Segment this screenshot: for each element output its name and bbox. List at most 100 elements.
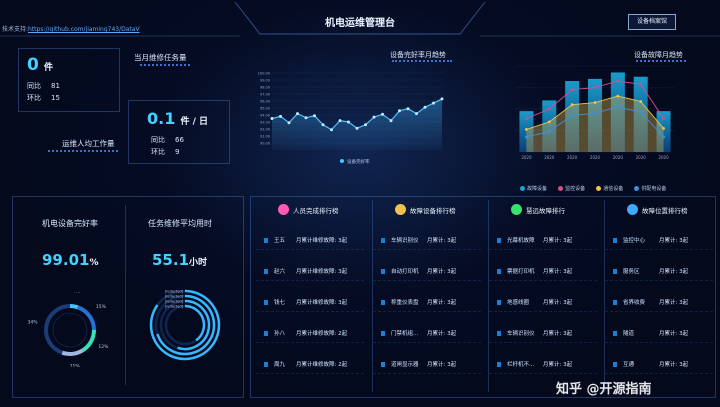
ring-slice	[81, 329, 96, 352]
line-point	[381, 112, 384, 116]
row-divider	[373, 268, 481, 281]
row-divider	[489, 361, 597, 374]
line-legend-label: 设备完好率	[347, 158, 370, 165]
line-point	[372, 115, 376, 119]
rank-panel-header: 慧远故障排行	[511, 204, 565, 215]
arc-chart: [redacted][redacted][redacted][redacted]	[149, 290, 221, 361]
line-point	[347, 120, 350, 124]
ring-slice-label: 15%	[96, 304, 107, 310]
kpi-workload-row-mom: 环比 9	[151, 148, 180, 156]
row-divider	[373, 361, 481, 374]
line-point	[313, 114, 316, 118]
y-tick-label: 96.00	[260, 100, 270, 104]
rank-panel-title: 故障位置排行榜	[642, 206, 688, 215]
archive-button[interactable]: 设备档案馆	[628, 14, 676, 30]
arc-bar-label: [redacted]	[165, 305, 184, 309]
y-tick-label: 95.00	[260, 107, 270, 111]
kpi-workload-title: 运维人均工作量	[62, 139, 115, 148]
line-point	[525, 135, 528, 139]
line-point	[321, 123, 325, 127]
rank-panel-2: 慧远故障排行 光幕机故障 月累计: 3起 票据打印机 月累计: 3起 地感线圈 月累计: 3…	[488, 200, 597, 392]
row-divider	[256, 361, 364, 374]
x-tick-label: 2020	[590, 155, 601, 160]
rank-panel-icon	[395, 204, 406, 215]
line-point	[593, 101, 597, 104]
title-decoration	[48, 150, 118, 155]
ring-slice	[77, 305, 96, 331]
rank-panel-icon	[511, 204, 522, 215]
line-point	[525, 128, 528, 131]
line-chart: 100.00 99.00 98.00 97.00 96.00 95.00 94.00 93.0…	[258, 72, 444, 165]
ring-chart-title: 机电设备完好率	[42, 219, 98, 228]
arc-bar-label: [redacted]	[165, 290, 184, 294]
x-tick-label: 2020	[658, 155, 669, 160]
line-area	[272, 98, 442, 150]
line-point	[525, 117, 528, 121]
bar-chart-legend: 故障设备 监控设备 通信设备 供配电设备	[520, 176, 672, 195]
y-tick-label: 99.00	[260, 79, 270, 83]
ring-slice	[61, 348, 85, 356]
line-point	[279, 114, 282, 118]
row-divider	[605, 268, 713, 281]
line-point	[639, 100, 643, 103]
rank-panel-1: 故障设备排行榜 车辆识别仪 月累计: 3起 自动打印机 月累计: 3起 称重仪表盘 月累计:…	[372, 200, 481, 392]
row-divider	[256, 330, 364, 343]
bar-chart: 2020 2020 2020 2020 2020 2020 2020	[515, 65, 675, 160]
ring-chart-unit: %	[89, 258, 99, 268]
kpi-tasks-unit: 件	[43, 63, 53, 73]
kpi-tasks-value: 0	[27, 55, 39, 75]
line-point	[593, 111, 597, 115]
line-point	[270, 117, 274, 120]
row-divider	[605, 299, 713, 312]
kpi-tasks-row-mom: 环比 15	[27, 94, 60, 102]
line-point	[593, 86, 597, 89]
line-point	[440, 97, 444, 101]
arc-chart-value-group: 55.1小时	[152, 250, 207, 269]
arc-chart-title: 任务维修平均用时	[148, 219, 212, 228]
line-point	[415, 112, 418, 116]
legend-item: 监控设备	[558, 185, 585, 192]
kpi-tasks-card: 0 件 同比 81 环比 15	[18, 48, 120, 112]
line-legend-dot	[340, 159, 344, 163]
row-divider	[489, 268, 597, 281]
y-tick-label: 94.00	[260, 114, 270, 118]
row-divider	[373, 299, 481, 312]
page-title: 机电运维管理台	[325, 18, 395, 29]
line-point	[639, 110, 643, 114]
line-point	[398, 109, 401, 113]
line-point	[406, 107, 410, 111]
line-point	[389, 119, 393, 123]
divider	[125, 205, 126, 385]
ring-chart-value: 99.01	[42, 251, 90, 269]
rank-panel-title: 故障设备排行榜	[410, 206, 456, 215]
ring-slice-label: 12%	[98, 344, 109, 350]
rank-panel-icon	[627, 204, 638, 215]
arc-chart-value: 55.1	[152, 251, 190, 269]
ring-slice	[69, 304, 79, 310]
y-tick-label: 90.00	[260, 142, 270, 146]
line-point	[616, 79, 620, 83]
line-point	[570, 103, 574, 107]
legend-item: 故障设备	[520, 185, 547, 192]
line-point	[287, 121, 291, 125]
line-point	[662, 126, 665, 130]
x-tick-label: 2020	[613, 155, 624, 160]
line-point	[423, 105, 427, 109]
row-divider	[256, 268, 364, 281]
ring-inner	[52, 312, 88, 348]
rank-panel-icon	[278, 204, 289, 215]
bar-chart-title: 设备故障月趋势	[634, 51, 683, 59]
line-point	[616, 94, 620, 98]
row-divider	[489, 299, 597, 312]
rank-panel-title: 慧远故障排行	[526, 206, 565, 215]
line-point	[364, 123, 367, 127]
row-divider	[489, 330, 597, 343]
ring-chart-value-group: 99.01%	[42, 250, 98, 269]
rank-panel-header: 故障位置排行榜	[627, 204, 688, 215]
ring-chart: 4% 15% 12% 11% 34%	[28, 292, 110, 367]
line-point	[330, 128, 333, 132]
rank-panel-title: 人员完成排行榜	[293, 206, 339, 215]
row-divider	[605, 237, 713, 250]
y-tick-label: 93.00	[260, 121, 270, 125]
row-divider	[605, 361, 713, 374]
